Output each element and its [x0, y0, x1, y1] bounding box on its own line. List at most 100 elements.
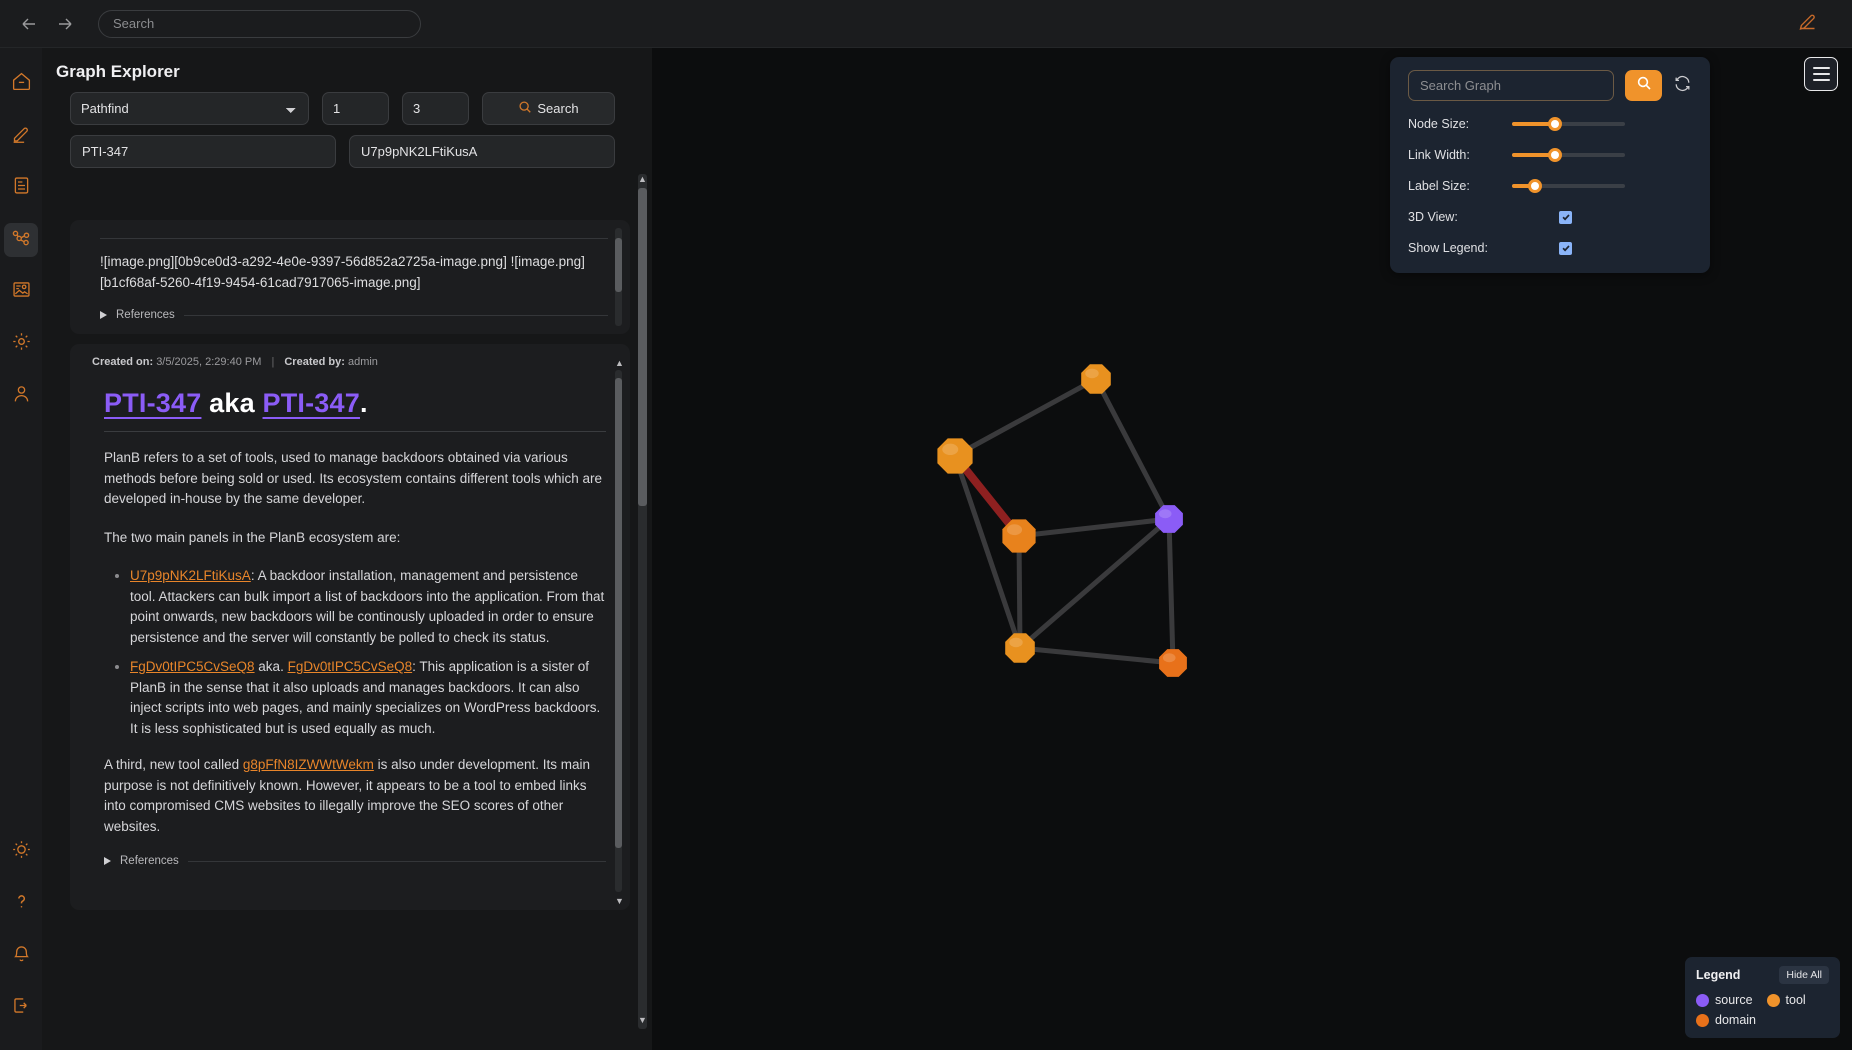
forward-icon[interactable] — [54, 13, 76, 35]
hide-all-button[interactable]: Hide All — [1779, 966, 1829, 984]
search-button[interactable]: Search — [482, 92, 615, 125]
panel-scrollbar-thumb[interactable] — [638, 188, 647, 506]
graph-node-highlight — [942, 443, 959, 456]
scroll-down-icon[interactable]: ▼ — [637, 1015, 648, 1025]
min-hops-input[interactable] — [322, 92, 389, 125]
mode-select[interactable]: Pathfind — [70, 92, 309, 125]
graph-link[interactable] — [952, 453, 1023, 651]
legend-item-label: source — [1715, 993, 1753, 1007]
magnifier-icon — [1636, 75, 1652, 96]
legend-item[interactable]: domain — [1696, 1013, 1756, 1027]
pen-icon[interactable] — [1797, 11, 1818, 37]
show-legend-checkbox[interactable] — [1559, 241, 1572, 255]
graph-nodes-icon — [10, 227, 32, 254]
heading-link-alias[interactable]: PTI-347 — [263, 388, 360, 418]
check-icon — [1561, 212, 1571, 222]
slider-knob[interactable] — [1527, 179, 1542, 193]
graph-link[interactable] — [1017, 645, 1176, 666]
sidebar-item-logout[interactable] — [4, 991, 38, 1025]
sidebar-item-reports[interactable] — [4, 171, 38, 205]
back-icon[interactable] — [18, 13, 40, 35]
control-label: Link Width: — [1408, 148, 1470, 162]
graph-link[interactable] — [1017, 516, 1172, 651]
label-size-slider[interactable] — [1512, 179, 1625, 193]
references-toggle[interactable]: References — [100, 309, 608, 321]
created-by-label: Created by: — [284, 356, 345, 368]
sidebar-item-account[interactable] — [4, 379, 38, 413]
heading-aka: aka — [209, 388, 255, 418]
graph-node-shape — [1155, 505, 1183, 533]
control-label: Show Legend: — [1408, 241, 1488, 255]
control-3d-view: 3D View: — [1408, 208, 1692, 226]
graph-node-shape — [1002, 519, 1036, 553]
graph-search-input[interactable] — [1408, 70, 1614, 101]
sidebar-item-edit[interactable] — [4, 119, 38, 153]
sidebar-item-help[interactable] — [4, 887, 38, 921]
result-card-text: ![image.png][0b9ce0d3-a292-4e0e-9397-56d… — [100, 254, 585, 290]
pencil-icon — [11, 123, 32, 149]
graph-link[interactable] — [1016, 516, 1172, 539]
legend-color-dot — [1696, 993, 1709, 1007]
global-search-input[interactable] — [98, 9, 421, 38]
graph-node[interactable] — [1159, 649, 1187, 677]
scroll-up-icon[interactable]: ▲ — [615, 358, 624, 368]
sidebar-item-graph[interactable] — [4, 223, 38, 257]
graph-link[interactable] — [1166, 516, 1176, 666]
graph-node[interactable] — [1002, 519, 1036, 553]
scroll-up-icon[interactable]: ▲ — [637, 174, 648, 184]
graph-refresh-button[interactable] — [1673, 74, 1692, 98]
document-heading: PTI-347 aka PTI-347. — [104, 388, 606, 419]
graph-link[interactable] — [952, 376, 1099, 459]
link-width-slider[interactable] — [1512, 148, 1625, 162]
legend-item[interactable]: source — [1696, 993, 1753, 1007]
tool-link-sister-a[interactable]: FgDv0tIPC5CvSeQ8 — [130, 659, 255, 674]
gear-icon — [11, 331, 32, 357]
graph-node[interactable] — [1155, 505, 1183, 533]
card-scrollbar-thumb[interactable] — [615, 238, 622, 292]
sidebar-item-settings[interactable] — [4, 327, 38, 361]
graph-node[interactable] — [937, 438, 973, 474]
logout-icon — [11, 995, 32, 1021]
sidebar-item-media[interactable] — [4, 275, 38, 309]
paragraph-third-tool: A third, new tool called g8pFfN8IZWWtWek… — [104, 755, 606, 837]
sidebar-item-notifications[interactable] — [4, 939, 38, 973]
scroll-down-icon[interactable]: ▼ — [615, 896, 624, 906]
slider-knob[interactable] — [1547, 117, 1562, 131]
graph-link[interactable] — [1016, 533, 1023, 651]
source-node-input[interactable] — [70, 135, 336, 168]
node-size-slider[interactable] — [1512, 117, 1625, 131]
page-title: Graph Explorer — [56, 62, 180, 81]
tool-link-sister-b[interactable]: FgDv0tIPC5CvSeQ8 — [288, 659, 413, 674]
graph-link[interactable] — [1093, 376, 1172, 522]
slider-knob[interactable] — [1547, 148, 1562, 162]
list-item: U7p9pNK2LFtiKusA: A backdoor installatio… — [130, 566, 606, 648]
graph-node[interactable] — [1005, 633, 1035, 663]
hamburger-bar — [1812, 79, 1830, 81]
list-item-aka: aka. — [254, 659, 288, 674]
hamburger-bar — [1812, 67, 1830, 69]
control-label-size: Label Size: — [1408, 177, 1692, 195]
control-node-size: Node Size: — [1408, 115, 1692, 133]
hamburger-icon[interactable] — [1804, 57, 1838, 91]
tool-link-third[interactable]: g8pFfN8IZWWtWekm — [243, 757, 374, 772]
magnifier-icon — [518, 100, 532, 117]
legend-item[interactable]: tool — [1766, 993, 1806, 1007]
hamburger-bar — [1812, 73, 1830, 75]
sidebar-item-theme[interactable] — [4, 835, 38, 869]
3d-view-checkbox[interactable] — [1559, 210, 1572, 224]
graph-search-button[interactable] — [1625, 70, 1662, 101]
legend-header: Legend Hide All — [1696, 966, 1829, 984]
max-hops-input[interactable] — [402, 92, 469, 125]
heading-link-primary[interactable]: PTI-347 — [104, 388, 201, 418]
query-controls-row: Pathfind Search — [42, 92, 652, 125]
graph-canvas[interactable]: Node Size: Link Width: Label Size: — [652, 48, 1852, 1050]
sun-icon — [11, 839, 32, 865]
results-list: ![image.png][0b9ce0d3-a292-4e0e-9397-56d… — [70, 220, 630, 930]
references-toggle[interactable]: References — [104, 855, 606, 867]
card-scrollbar-thumb[interactable] — [615, 378, 622, 848]
top-bar — [0, 0, 1852, 48]
graph-node[interactable] — [1081, 364, 1111, 394]
target-node-input[interactable] — [349, 135, 615, 168]
tool-link-planb[interactable]: U7p9pNK2LFtiKusA — [130, 568, 251, 583]
sidebar-item-home[interactable] — [4, 67, 38, 101]
